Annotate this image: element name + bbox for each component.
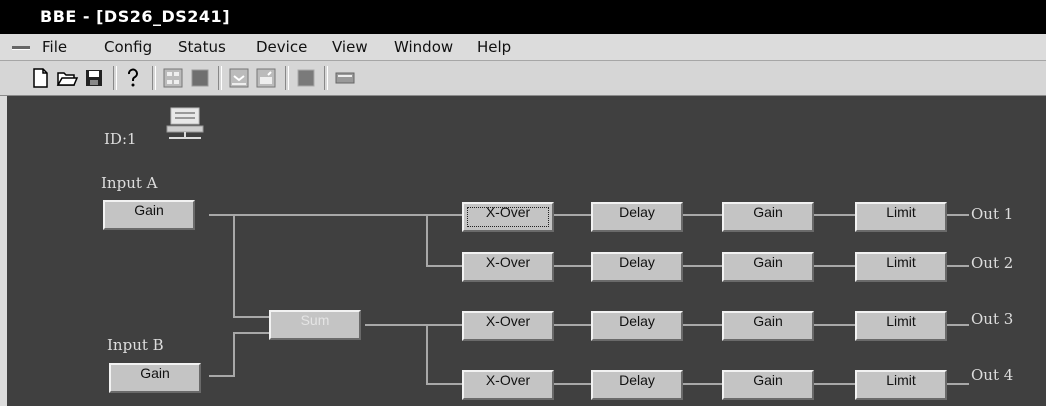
help-icon[interactable] xyxy=(121,66,145,90)
out-3-label: Out 3 xyxy=(971,310,1014,328)
limit-2-button[interactable]: Limit xyxy=(855,252,947,282)
device-id-label: ID:1 xyxy=(104,130,137,148)
wire-gain-b xyxy=(209,332,269,377)
title-bar: BBE - [DS26_DS241] xyxy=(0,0,1046,34)
toolbar-separator xyxy=(218,66,222,90)
menu-window[interactable]: Window xyxy=(394,38,453,56)
new-file-icon[interactable] xyxy=(28,66,52,90)
delay-3-button[interactable]: Delay xyxy=(591,311,683,341)
gain-1-button[interactable]: Gain xyxy=(722,202,814,232)
toolbar xyxy=(0,61,1046,96)
wire-out xyxy=(947,214,969,385)
gain-input-a-button[interactable]: Gain xyxy=(103,200,195,230)
upload-icon[interactable] xyxy=(254,66,278,90)
system-menu-icon[interactable] xyxy=(12,46,30,50)
out-4-label: Out 4 xyxy=(971,366,1014,384)
toolbar-separator xyxy=(113,66,117,90)
menu-file[interactable]: File xyxy=(42,38,67,56)
wire-split-a xyxy=(233,215,269,318)
menu-help[interactable]: Help xyxy=(477,38,511,56)
gain-input-b-button[interactable]: Gain xyxy=(109,363,201,393)
limit-3-button[interactable]: Limit xyxy=(855,311,947,341)
delay-1-button[interactable]: Delay xyxy=(591,202,683,232)
signal-flow-canvas: ID:1 Input A Input B Gain Gain Sum X-Ove… xyxy=(7,96,1046,406)
layout-icon[interactable] xyxy=(161,66,185,90)
gain-4-button[interactable]: Gain xyxy=(722,370,814,400)
download-icon[interactable] xyxy=(227,66,251,90)
delay-4-button[interactable]: Delay xyxy=(591,370,683,400)
signal-wires xyxy=(209,214,969,385)
menu-status[interactable]: Status xyxy=(178,38,226,56)
out-1-label: Out 1 xyxy=(971,205,1014,223)
out-2-label: Out 2 xyxy=(971,254,1014,272)
input-a-label: Input A xyxy=(101,174,158,192)
toolbar-separator xyxy=(285,66,289,90)
toolbar-separator xyxy=(152,66,156,90)
xover-4-button[interactable]: X-Over xyxy=(462,370,554,400)
wire-branch-1 xyxy=(426,215,462,267)
input-b-label: Input B xyxy=(107,336,164,354)
device-icon[interactable] xyxy=(165,106,205,144)
save-icon[interactable] xyxy=(82,66,106,90)
block-icon[interactable] xyxy=(294,66,318,90)
xover-1-button[interactable]: X-Over xyxy=(462,202,554,232)
limit-4-button[interactable]: Limit xyxy=(855,370,947,400)
stop-icon[interactable] xyxy=(188,66,212,90)
xover-2-button[interactable]: X-Over xyxy=(462,252,554,282)
gain-2-button[interactable]: Gain xyxy=(722,252,814,282)
xover-3-button[interactable]: X-Over xyxy=(462,311,554,341)
window-title: BBE - [DS26_DS241] xyxy=(40,7,230,26)
device-panel-icon[interactable] xyxy=(333,66,357,90)
menu-view[interactable]: View xyxy=(332,38,368,56)
menu-device[interactable]: Device xyxy=(256,38,307,56)
toolbar-separator xyxy=(324,66,328,90)
wire-branch-2 xyxy=(426,325,462,385)
sum-button[interactable]: Sum xyxy=(269,310,361,340)
limit-1-button[interactable]: Limit xyxy=(855,202,947,232)
gain-3-button[interactable]: Gain xyxy=(722,311,814,341)
menu-config[interactable]: Config xyxy=(104,38,152,56)
open-folder-icon[interactable] xyxy=(55,66,79,90)
menu-bar: File Config Status Device View Window He… xyxy=(0,34,1046,61)
delay-2-button[interactable]: Delay xyxy=(591,252,683,282)
